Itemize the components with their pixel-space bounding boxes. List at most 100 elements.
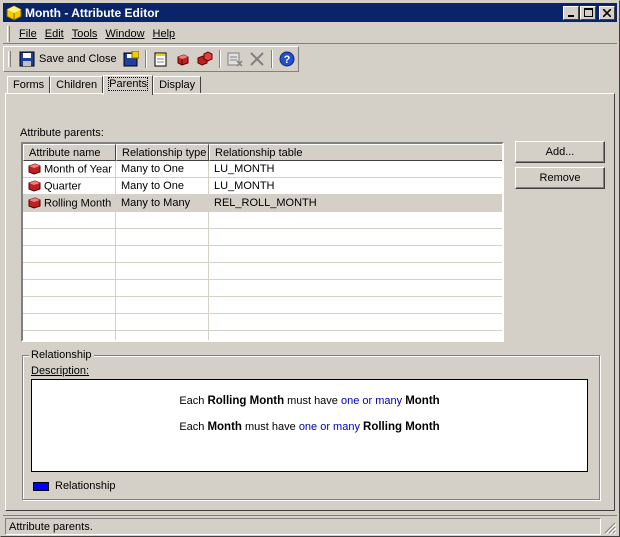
save-button[interactable] (120, 48, 142, 70)
empty-row (23, 246, 502, 263)
properties-icon (227, 52, 243, 67)
empty-row (23, 314, 502, 331)
properties-button[interactable] (224, 48, 246, 70)
svg-text:?: ? (283, 54, 290, 66)
menu-file[interactable]: File (15, 28, 41, 40)
description-line-1: Each Rolling Month must have one or many… (32, 395, 587, 407)
toolbar-grip[interactable] (8, 51, 11, 67)
line2-cardinality: one or many (298, 421, 360, 433)
status-bar: Attribute parents. (3, 515, 617, 535)
tab-forms-label: Forms (13, 79, 45, 91)
empty-row (23, 212, 502, 229)
line2-child: Month (207, 421, 242, 433)
new-object-icon (154, 52, 167, 67)
empty-row (23, 297, 502, 314)
line1-mid: must have (287, 395, 338, 407)
menu-window[interactable]: Window (101, 28, 148, 40)
column-header-relationship-type[interactable]: Relationship type (116, 144, 209, 161)
toolbar-separator-3 (270, 50, 273, 68)
line2-pre: Each (179, 421, 205, 433)
menu-bar: File Edit Tools Window Help (3, 24, 617, 44)
maximize-icon (583, 8, 593, 17)
attribute-editor-window: Month - Attribute Editor File Edit Tools… (0, 0, 620, 537)
resize-grip-icon[interactable] (604, 522, 616, 534)
tab-children[interactable]: Children (50, 76, 104, 94)
title-bar[interactable]: Month - Attribute Editor (3, 3, 617, 22)
window-title: Month - Attribute Editor (25, 5, 160, 20)
cell-relationship-type: Many to One (121, 163, 184, 175)
line1-child: Rolling Month (207, 395, 285, 407)
new-attribute-button[interactable] (150, 48, 172, 70)
table-row[interactable]: Quarter Many to One LU_MONTH (23, 178, 502, 195)
cell-relationship-table: LU_MONTH (214, 180, 275, 192)
cell-relationship-type: Many to One (121, 180, 184, 192)
tab-children-label: Children (56, 79, 98, 91)
parents-grid[interactable]: Attribute name Relationship type Relatio… (21, 142, 504, 342)
delete-x-icon (249, 52, 264, 66)
save-and-close-button[interactable]: Save and Close (16, 48, 120, 70)
tab-display[interactable]: Display (153, 76, 202, 94)
empty-row (23, 229, 502, 246)
attribute-name-text: Quarter (44, 180, 82, 193)
cell-relationship-table: LU_MONTH (214, 163, 275, 175)
close-icon (603, 8, 611, 17)
attribute-name-text: Rolling Month (44, 197, 112, 210)
menu-file-label: File (19, 27, 37, 40)
tab-parents[interactable]: Parents (103, 75, 154, 95)
attribute-cube-icon (28, 180, 41, 192)
line1-pre: Each (179, 395, 205, 407)
toolbar: Save and Close ? (3, 46, 299, 72)
cell-relationship-table: REL_ROLL_MONTH (214, 197, 317, 209)
attribute-cube-icon (28, 163, 41, 175)
relationship-button[interactable] (194, 48, 216, 70)
table-row[interactable]: Month of Year Many to One LU_MONTH (23, 161, 502, 178)
menu-edit[interactable]: Edit (41, 28, 68, 40)
column-header-attribute-name[interactable]: Attribute name (23, 144, 116, 161)
cell-relationship-type: Many to Many (121, 197, 191, 209)
description-label-text: Description: (31, 365, 90, 377)
empty-row (23, 263, 502, 280)
description-line-2: Each Month must have one or many Rolling… (32, 421, 587, 433)
attribute-editor-icon (6, 4, 22, 21)
minimize-icon (568, 14, 574, 17)
attribute-cube-icon (28, 197, 41, 209)
toolbar-separator (144, 50, 147, 68)
help-button[interactable]: ? (276, 48, 298, 70)
close-button[interactable] (599, 5, 615, 20)
delete-button[interactable] (246, 48, 268, 70)
attribute-name-text: Month of Year (44, 163, 112, 176)
attribute-cube-icon (177, 54, 189, 66)
legend-swatch (33, 481, 49, 491)
remove-button[interactable]: Remove (515, 167, 605, 189)
menu-help[interactable]: Help (149, 28, 180, 40)
line1-parent: Month (405, 395, 440, 407)
table-row-selected[interactable]: Rolling Month Many to Many REL_ROLL_MONT… (23, 195, 502, 212)
tab-forms[interactable]: Forms (7, 76, 51, 94)
attribute-form-button[interactable] (172, 48, 194, 70)
cell-attribute-name: Rolling Month (23, 195, 115, 212)
toolbar-separator-2 (218, 50, 221, 68)
relationship-group-title: Relationship (29, 349, 94, 361)
minimize-button[interactable] (563, 5, 579, 20)
menu-tools[interactable]: Tools (68, 28, 102, 40)
menu-window-label: Window (105, 27, 145, 40)
empty-row (23, 280, 502, 297)
column-header-relationship-table[interactable]: Relationship table (209, 144, 502, 161)
menu-edit-label: Edit (44, 27, 64, 40)
cell-attribute-name: Quarter (23, 178, 115, 195)
save-and-close-label: Save and Close (39, 53, 117, 65)
add-button[interactable]: Add... (515, 141, 605, 163)
help-icon: ? (279, 51, 295, 67)
save-all-icon (123, 51, 139, 67)
cell-attribute-name: Month of Year (23, 161, 115, 178)
status-text: Attribute parents. (5, 518, 601, 535)
line1-cardinality: one or many (340, 395, 403, 407)
description-label: Description: (31, 365, 89, 377)
menu-tools-label: Tools (71, 27, 98, 40)
menu-grip[interactable] (7, 25, 10, 42)
attribute-parents-label: Attribute parents: (20, 127, 104, 139)
save-icon (19, 51, 35, 67)
menu-help-label: Help (152, 27, 176, 40)
line2-mid: must have (245, 421, 296, 433)
maximize-button[interactable] (580, 5, 596, 20)
